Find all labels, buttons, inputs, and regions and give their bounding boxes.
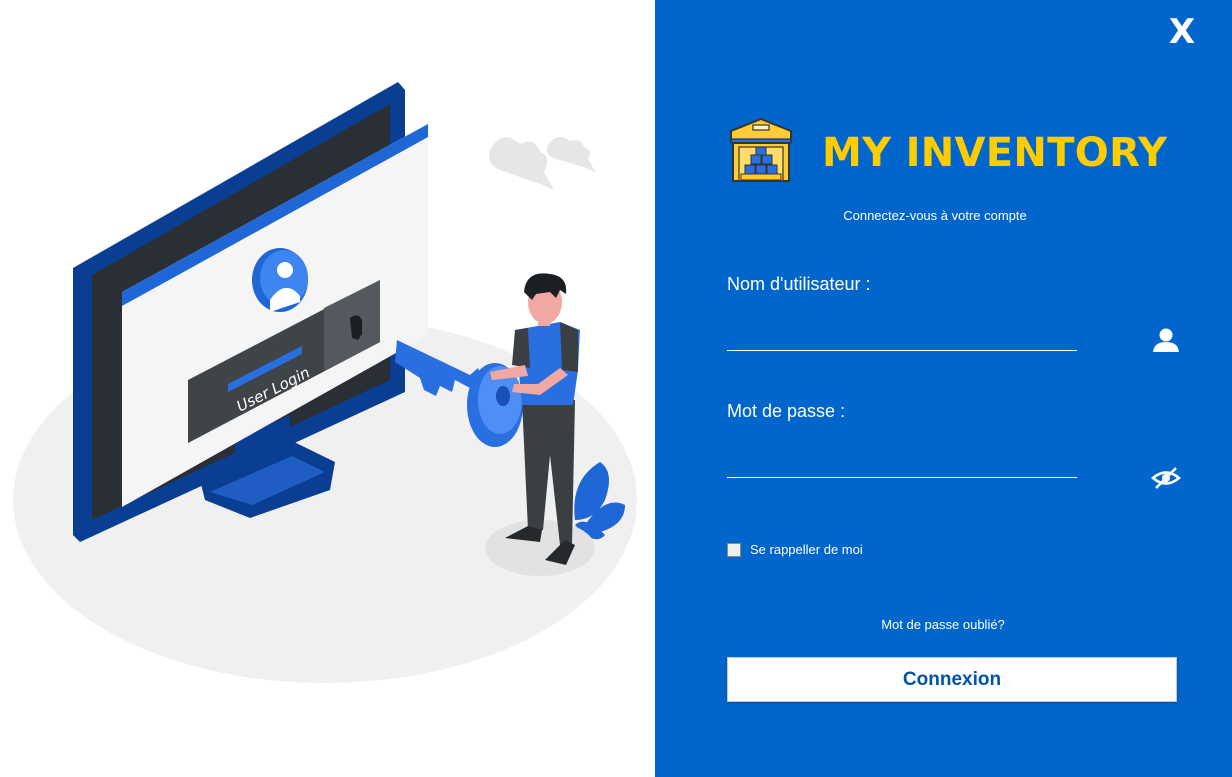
app-title: MY INVENTORY <box>822 130 1168 176</box>
login-subtitle: Connectez-vous à votre compte <box>843 208 1027 223</box>
remember-label: Se rappeller de moi <box>750 542 863 557</box>
eye-slash-icon[interactable] <box>1151 463 1181 493</box>
illustration-panel: User Login <box>0 0 655 777</box>
username-input[interactable] <box>727 320 1077 351</box>
connexion-button[interactable]: Connexion <box>727 657 1177 702</box>
login-illustration: User Login <box>13 82 637 683</box>
password-label: Mot de passe : <box>727 401 846 421</box>
warehouse-icon <box>730 117 792 182</box>
cloud-icon <box>489 136 596 190</box>
forgot-password-link[interactable]: Mot de passe oublié? <box>655 617 1231 632</box>
close-button[interactable]: X <box>1162 12 1202 52</box>
username-label: Nom d'utilisateur : <box>727 274 871 294</box>
remember-checkbox[interactable] <box>727 542 741 557</box>
login-panel: X MY INVENTORY Connectez-vous à votre co… <box>655 0 1232 777</box>
user-icon <box>1153 328 1179 352</box>
password-input[interactable] <box>727 447 1077 478</box>
remember-me[interactable]: Se rappeller de moi <box>727 542 863 557</box>
